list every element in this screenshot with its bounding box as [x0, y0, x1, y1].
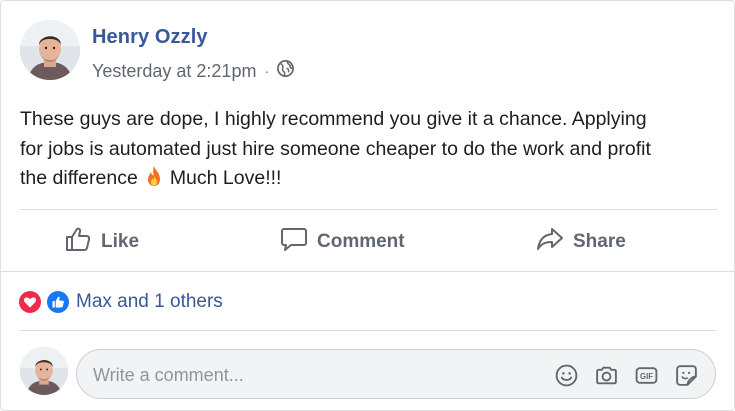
comment-button[interactable]: Comment — [279, 221, 405, 263]
camera-icon[interactable] — [594, 363, 619, 388]
comment-composer[interactable]: GIF — [76, 349, 716, 399]
share-arrow-icon — [535, 224, 565, 260]
comment-label: Comment — [317, 231, 405, 252]
comment-bubble-icon — [279, 224, 309, 260]
svg-text:GIF: GIF — [640, 371, 653, 380]
like-label: Like — [101, 231, 140, 252]
author-name[interactable]: Henry Ozzly — [92, 26, 208, 49]
share-button[interactable]: Share — [535, 221, 626, 263]
current-user-avatar[interactable] — [20, 347, 68, 395]
fire-emoji — [144, 165, 164, 187]
post-timestamp[interactable]: Yesterday at 2:21pm — [92, 61, 256, 82]
composer-icons: GIF — [554, 361, 699, 389]
divider — [20, 330, 717, 331]
sticker-icon[interactable] — [674, 363, 699, 388]
post-text: These guys are dope, I highly recommend … — [20, 105, 720, 194]
globe-icon[interactable] — [276, 59, 295, 83]
love-reaction-icon — [17, 289, 43, 315]
reactions-summary[interactable]: Max and 1 others — [17, 288, 223, 316]
gif-icon[interactable]: GIF — [634, 363, 659, 388]
post-text-segment: Much Love!!! — [169, 167, 282, 189]
emoji-icon[interactable] — [554, 363, 579, 388]
post-text-line: the difference Much Love!!! — [20, 164, 720, 194]
like-reaction-icon — [45, 289, 71, 315]
meta-separator: · — [264, 63, 270, 79]
post-text-line: for jobs is automated just hire someone … — [20, 137, 651, 160]
author-avatar[interactable] — [20, 20, 80, 80]
divider — [1, 271, 734, 272]
divider — [20, 209, 717, 210]
post-text-line: These guys are dope, I highly recommend … — [20, 108, 647, 130]
reactions-summary-text[interactable]: Max and 1 others — [76, 291, 223, 313]
post-card: Henry Ozzly Yesterday at 2:21pm · These … — [0, 0, 735, 411]
post-text-segment: the difference — [20, 167, 138, 189]
like-button[interactable]: Like — [63, 221, 139, 263]
comment-input[interactable] — [93, 361, 533, 389]
post-meta: Yesterday at 2:21pm · — [92, 60, 295, 82]
thumbs-up-icon — [63, 224, 93, 260]
share-label: Share — [573, 231, 626, 252]
